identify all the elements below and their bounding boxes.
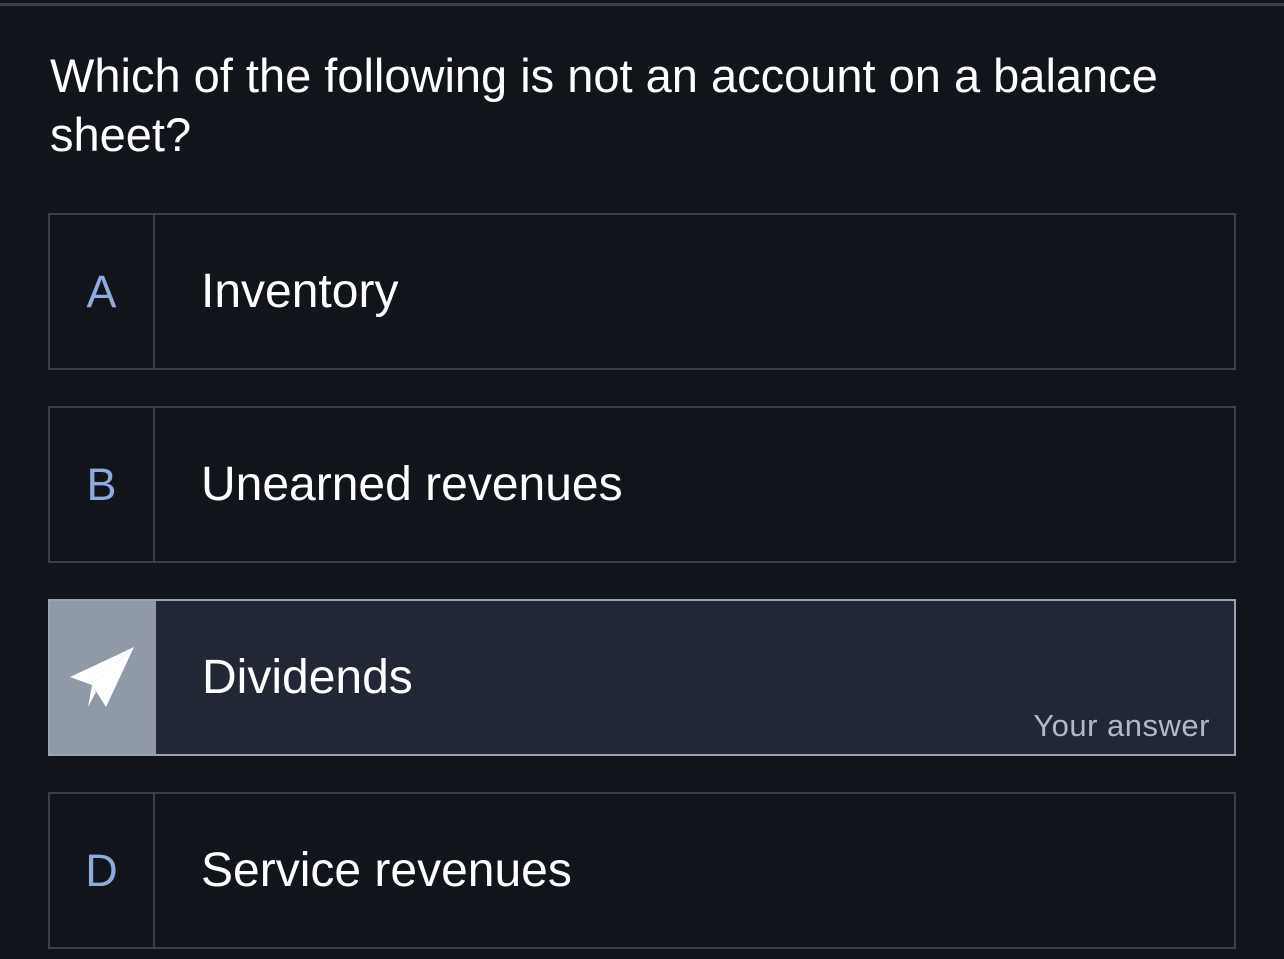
top-divider [0, 3, 1284, 6]
answer-option-a[interactable]: A Inventory [48, 213, 1236, 370]
option-letter: D [85, 844, 118, 896]
selected-icon-box [50, 601, 156, 754]
option-label: Dividends [202, 651, 413, 704]
option-letter: B [86, 458, 117, 510]
option-letter-box: A [50, 215, 155, 368]
answer-option-c[interactable]: Dividends Your answer [48, 599, 1236, 756]
option-letter-box: B [50, 408, 155, 561]
answer-option-b[interactable]: B Unearned revenues [48, 406, 1236, 563]
question-text: Which of the following is not an account… [50, 49, 1158, 161]
option-letter-box: D [50, 794, 155, 947]
option-label: Unearned revenues [201, 458, 623, 511]
your-answer-badge: Your answer [1033, 708, 1210, 743]
option-label: Inventory [201, 265, 399, 318]
option-label: Service revenues [201, 844, 572, 897]
paper-plane-icon [70, 646, 134, 707]
option-letter: A [86, 265, 117, 317]
answer-option-d[interactable]: D Service revenues [48, 792, 1236, 949]
